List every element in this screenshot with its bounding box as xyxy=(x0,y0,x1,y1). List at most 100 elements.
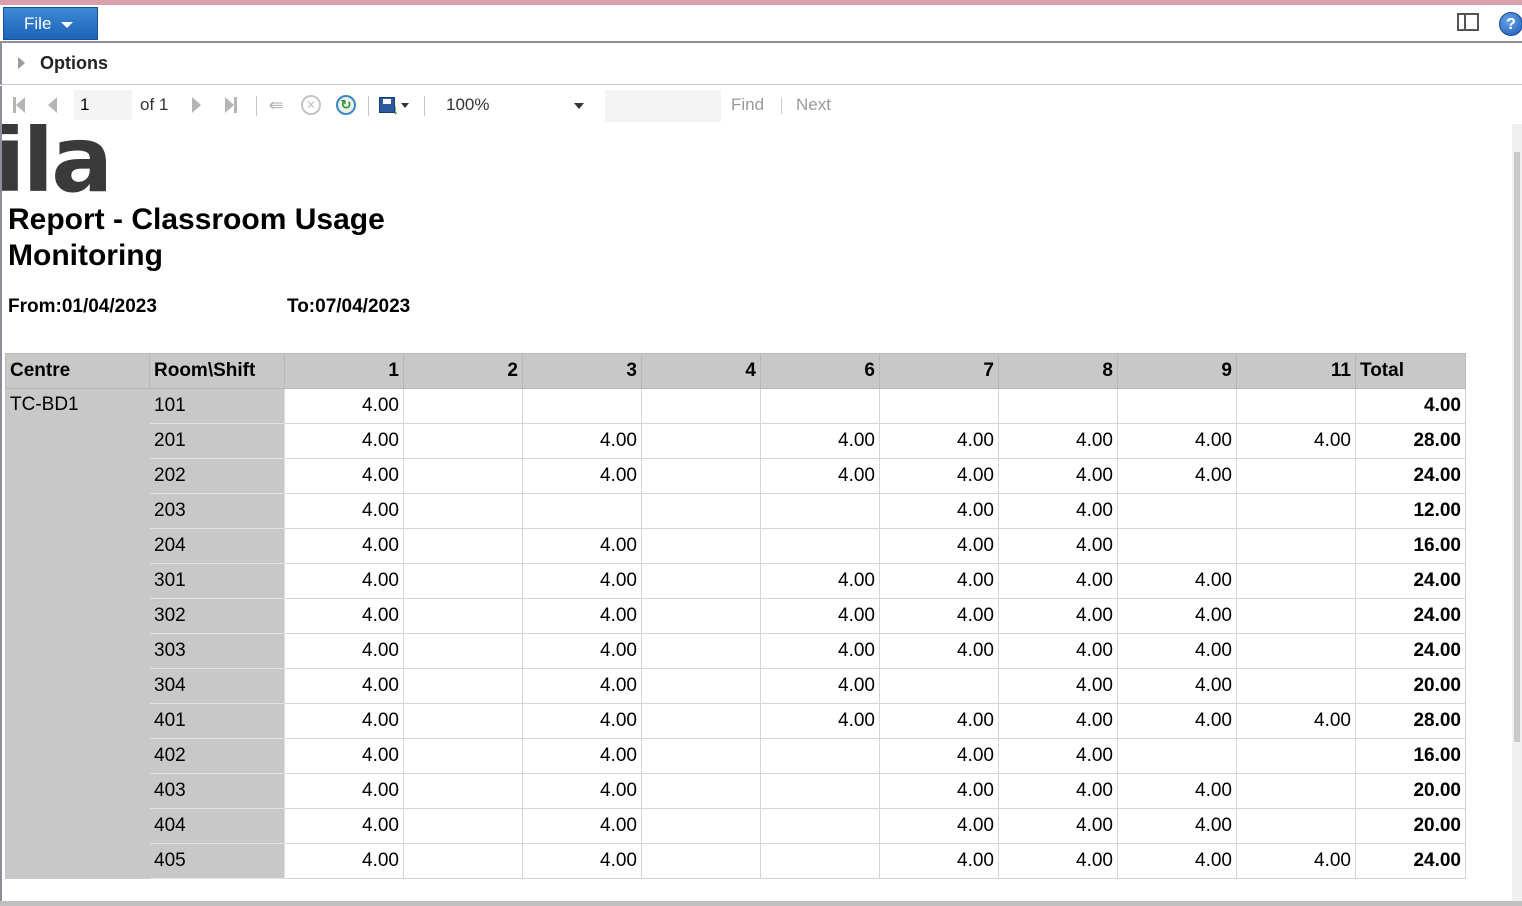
shift-cell xyxy=(641,843,761,879)
table-row: 404 4.00 4.00 4.00 4.00 4.00 20.00 xyxy=(6,808,1466,844)
save-export-icon[interactable]: ↓ xyxy=(376,94,412,117)
shift-cell: 4.00 xyxy=(879,738,999,774)
shift-cell: 4.00 xyxy=(284,528,404,564)
shift-cell: 4.00 xyxy=(998,598,1118,634)
total-cell: 24.00 xyxy=(1355,598,1466,634)
room-cell: 304 xyxy=(149,668,285,704)
options-bar[interactable]: Options xyxy=(0,43,1522,85)
total-cell: 20.00 xyxy=(1355,773,1466,809)
file-menu-button[interactable]: File xyxy=(3,7,98,40)
shift-cell: 4.00 xyxy=(522,773,642,809)
shift-cell: 4.00 xyxy=(879,528,999,564)
shift-cell xyxy=(1236,598,1356,634)
help-icon[interactable]: ? xyxy=(1499,12,1522,36)
options-label: Options xyxy=(40,53,108,73)
vertical-scrollbar[interactable] xyxy=(1512,124,1522,906)
shift-cell: 4.00 xyxy=(284,598,404,634)
shift-cell xyxy=(998,388,1118,424)
previous-page-icon[interactable] xyxy=(44,94,60,116)
total-cell: 16.00 xyxy=(1355,528,1466,564)
shift-cell xyxy=(760,528,880,564)
shift-cell xyxy=(760,493,880,529)
shift-cell: 4.00 xyxy=(522,808,642,844)
header-shift-7: 7 xyxy=(879,353,999,389)
next-page-icon[interactable] xyxy=(188,94,204,116)
report-viewport: ila Report - Classroom Usage Monitoring … xyxy=(0,124,1512,906)
header-shift-9: 9 xyxy=(1117,353,1237,389)
shift-cell: 4.00 xyxy=(522,633,642,669)
shift-cell xyxy=(522,388,642,424)
refresh-icon[interactable]: ↻ xyxy=(334,94,358,116)
shift-cell: 4.00 xyxy=(998,528,1118,564)
page-number-input[interactable] xyxy=(74,90,132,120)
shift-cell xyxy=(641,808,761,844)
last-page-icon[interactable] xyxy=(222,94,240,116)
chevron-down-icon xyxy=(574,103,584,109)
window-layout-icon[interactable] xyxy=(1457,13,1479,31)
shift-cell: 4.00 xyxy=(522,528,642,564)
table-row: 201 4.00 4.00 4.00 4.00 4.00 4.00 4.00 28.00 xyxy=(6,423,1466,459)
expand-triangle-icon[interactable] xyxy=(18,57,25,69)
stop-icon[interactable]: ✕ xyxy=(300,94,322,116)
shift-cell xyxy=(1117,388,1237,424)
shift-cell: 4.00 xyxy=(284,703,404,739)
shift-cell xyxy=(1236,388,1356,424)
shift-cell: 4.00 xyxy=(998,563,1118,599)
zoom-value: 100% xyxy=(446,95,490,114)
scrollbar-thumb[interactable] xyxy=(1514,152,1520,742)
shift-cell: 4.00 xyxy=(879,703,999,739)
total-cell: 12.00 xyxy=(1355,493,1466,529)
shift-cell: 4.00 xyxy=(998,843,1118,879)
shift-cell xyxy=(641,598,761,634)
first-page-icon[interactable] xyxy=(10,94,28,116)
room-cell: 302 xyxy=(149,598,285,634)
next-link[interactable]: Next xyxy=(796,95,831,115)
shift-cell: 4.00 xyxy=(879,808,999,844)
bottom-border xyxy=(0,901,1522,906)
header-shift-1: 1 xyxy=(284,353,404,389)
shift-cell: 4.00 xyxy=(879,458,999,494)
shift-cell xyxy=(403,598,523,634)
shift-cell: 4.00 xyxy=(998,493,1118,529)
shift-cell xyxy=(1236,493,1356,529)
shift-cell: 4.00 xyxy=(1117,843,1237,879)
room-cell: 405 xyxy=(149,843,285,879)
shift-cell: 4.00 xyxy=(1236,843,1356,879)
shift-cell: 4.00 xyxy=(1117,773,1237,809)
shift-cell xyxy=(641,563,761,599)
toolbar-separator xyxy=(424,96,425,116)
shift-cell: 4.00 xyxy=(998,703,1118,739)
table-row: 402 4.00 4.00 4.00 4.00 16.00 xyxy=(6,738,1466,774)
zoom-select[interactable]: 100% xyxy=(438,90,590,120)
shift-cell: 4.00 xyxy=(1117,668,1237,704)
shift-cell xyxy=(879,388,999,424)
shift-cell: 4.00 xyxy=(284,388,404,424)
shift-cell: 4.00 xyxy=(998,633,1118,669)
shift-cell: 4.00 xyxy=(1117,458,1237,494)
shift-cell: 4.00 xyxy=(1117,703,1237,739)
shift-cell xyxy=(641,738,761,774)
back-arrow-icon[interactable]: ⇚ xyxy=(266,94,286,116)
room-cell: 203 xyxy=(149,493,285,529)
header-centre: Centre xyxy=(5,353,150,389)
shift-cell xyxy=(403,668,523,704)
shift-cell xyxy=(1236,458,1356,494)
room-cell: 202 xyxy=(149,458,285,494)
room-cell: 401 xyxy=(149,703,285,739)
from-date: From:01/04/2023 xyxy=(8,296,157,317)
shift-cell: 4.00 xyxy=(522,458,642,494)
shift-cell xyxy=(641,528,761,564)
shift-cell: 4.00 xyxy=(998,423,1118,459)
table-row: 405 4.00 4.00 4.00 4.00 4.00 4.00 24.00 xyxy=(6,843,1466,879)
shift-cell: 4.00 xyxy=(522,563,642,599)
total-cell: 20.00 xyxy=(1355,808,1466,844)
find-link[interactable]: Find xyxy=(731,95,764,115)
shift-cell xyxy=(403,458,523,494)
shift-cell xyxy=(1236,528,1356,564)
shift-cell: 4.00 xyxy=(879,843,999,879)
find-text-input[interactable] xyxy=(605,90,721,122)
to-date: To:07/04/2023 xyxy=(287,296,411,317)
shift-cell: 4.00 xyxy=(760,458,880,494)
shift-cell xyxy=(403,528,523,564)
shift-cell xyxy=(641,668,761,704)
